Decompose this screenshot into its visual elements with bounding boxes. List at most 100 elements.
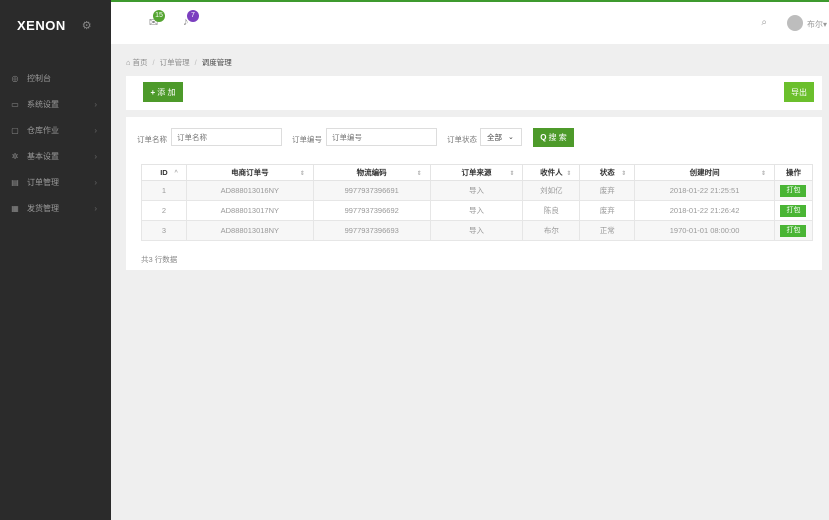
sidebar-item-orders[interactable]: ▤ 订单管理 › [0, 169, 111, 195]
cell-id: 3 [141, 220, 187, 241]
table-header-row: ID ^ 电商订单号 ⇕ 物流编码 ⇕ 订单来源 ⇕ 收件人 ⇕ 状态 ⇕ 创建时间 ⇕ 操作 [141, 164, 814, 181]
cell-source: 导入 [429, 220, 524, 241]
user-menu[interactable]: 布尔▾ [807, 19, 827, 30]
table-row: 2 AD888013017NY 9977937396692 导入 陈良 废弃 2… [141, 200, 814, 221]
status-select-value: 全部 [487, 132, 502, 142]
order-no-label: 订单编号 [292, 135, 322, 144]
table-row: 1 AD888013016NY 9977937396691 导入 刘如亿 废弃 … [141, 180, 814, 201]
table-summary: 共3 行数据 [141, 255, 178, 264]
column-header-logistics[interactable]: 物流编码 ⇕ [312, 164, 431, 181]
order-name-input[interactable] [171, 128, 282, 146]
settings-icon: ✲ [11, 151, 19, 161]
status-select[interactable]: 全部 ⌄ [480, 128, 522, 146]
sidebar-item-label: 基本设置 [27, 151, 59, 161]
column-header-ecom-no[interactable]: 电商订单号 ⇕ [185, 164, 314, 181]
sidebar-item-label: 仓库作业 [27, 125, 59, 135]
chevron-right-icon: › [94, 203, 97, 213]
chevron-right-icon: › [94, 125, 97, 135]
cell-action: 打包 [773, 180, 814, 201]
table-row: 3 AD888013018NY 9977937396693 导入 布尔 正常 1… [141, 220, 814, 241]
chevron-right-icon: › [94, 177, 97, 187]
column-header-recipient[interactable]: 收件人 ⇕ [522, 164, 581, 181]
sidebar-item-dashboard[interactable]: ◎ 控制台 [0, 65, 111, 91]
pack-button[interactable]: 打包 [780, 224, 807, 237]
sidebar-item-basic-settings[interactable]: ✲ 基本设置 › [0, 143, 111, 169]
sidebar-item-shipping[interactable]: ▦ 发货管理 › [0, 195, 111, 221]
sort-icon: ⇕ [621, 171, 627, 177]
cell-action: 打包 [773, 220, 814, 241]
warehouse-icon: ▢ [11, 125, 19, 135]
messages-badge: 15 [153, 10, 165, 22]
toolbar-panel: + 添 加 导出 [126, 76, 822, 110]
search-button[interactable]: Q 搜 索 [533, 128, 574, 147]
column-header-id[interactable]: ID ^ [141, 164, 187, 181]
sidebar: XENON ⚙ ◎ 控制台 ▭ 系统设置 › ▢ 仓库作业 › ✲ 基本设置 ›… [0, 0, 111, 520]
brand-text: XENON [17, 17, 66, 33]
chevron-down-icon: ▾ [822, 20, 827, 29]
add-button[interactable]: + 添 加 [143, 82, 183, 102]
search-button-label: 搜 索 [548, 133, 567, 142]
sort-icon: ⇕ [509, 171, 515, 177]
sidebar-item-system-settings[interactable]: ▭ 系统设置 › [0, 91, 111, 117]
sidebar-item-label: 系统设置 [27, 99, 59, 109]
order-name-label: 订单名称 [137, 135, 167, 144]
chevron-down-icon: ⌄ [508, 134, 514, 141]
sidebar-item-label: 订单管理 [27, 177, 59, 187]
cell-source: 导入 [429, 180, 524, 201]
plus-icon: + [150, 87, 156, 97]
cell-id: 1 [141, 180, 187, 201]
username: 布尔 [806, 20, 823, 29]
shipping-icon: ▦ [11, 203, 19, 213]
column-header-action: 操作 [773, 164, 814, 181]
column-header-status[interactable]: 状态 ⇕ [579, 164, 636, 181]
sort-icon: ⇕ [416, 171, 422, 177]
breadcrumb-separator: / [194, 58, 197, 67]
orders-icon: ▤ [11, 177, 19, 187]
column-header-source[interactable]: 订单来源 ⇕ [429, 164, 524, 181]
breadcrumb: ⌂ 首页 / 订单管理 / 调度管理 [126, 57, 232, 68]
cell-logistics: 9977937396691 [312, 180, 431, 201]
export-button[interactable]: 导出 [784, 82, 814, 102]
breadcrumb-separator: / [152, 58, 155, 67]
cell-logistics: 9977937396693 [312, 220, 431, 241]
breadcrumb-current: 调度管理 [201, 58, 232, 67]
sort-icon: ⇕ [566, 171, 572, 177]
sidebar-item-label: 发货管理 [27, 203, 59, 213]
sidebar-item-label: 控制台 [27, 73, 51, 83]
search-icon: Q [540, 133, 547, 142]
sidebar-item-warehouse[interactable]: ▢ 仓库作业 › [0, 117, 111, 143]
notifications-badge: 7 [187, 10, 199, 22]
column-header-created[interactable]: 创建时间 ⇕ [634, 164, 775, 181]
status-label: 订单状态 [447, 135, 477, 144]
add-button-label: 添 加 [157, 87, 176, 97]
chevron-right-icon: › [94, 151, 97, 161]
chevron-right-icon: › [94, 99, 97, 109]
dashboard-icon: ◎ [11, 73, 19, 83]
cell-logistics: 9977937396692 [312, 200, 431, 221]
pack-button[interactable]: 打包 [780, 204, 807, 217]
cell-created: 2018-01-22 21:26:42 [634, 200, 775, 221]
breadcrumb-home[interactable]: 首页 [133, 57, 148, 68]
cell-action: 打包 [773, 200, 814, 221]
brand-logo[interactable]: XENON ⚙ [0, 0, 111, 50]
cell-ecom-no: AD888013017NY [185, 200, 314, 221]
cell-status: 废弃 [579, 180, 636, 201]
sort-icon: ⇕ [299, 171, 305, 177]
avatar[interactable] [787, 15, 803, 31]
cell-id: 2 [141, 200, 187, 221]
cell-ecom-no: AD888013018NY [185, 220, 314, 241]
top-header: ✉ 15 ♪ 7 ⌕ 布尔▾ [111, 0, 829, 44]
cell-created: 2018-01-22 21:25:51 [634, 180, 775, 201]
search-icon[interactable]: ⌕ [761, 17, 767, 28]
order-no-input[interactable] [326, 128, 437, 146]
pack-button[interactable]: 打包 [780, 184, 807, 197]
cell-recipient: 布尔 [522, 220, 581, 241]
home-icon: ⌂ [126, 58, 131, 67]
gear-icon[interactable]: ⚙ [82, 19, 92, 32]
notifications-button[interactable]: ♪ 7 [183, 10, 199, 30]
sort-icon: ⇕ [760, 171, 766, 177]
messages-button[interactable]: ✉ 15 [149, 10, 165, 30]
breadcrumb-parent[interactable]: 订单管理 [160, 57, 190, 68]
cell-created: 1970-01-01 08:00:00 [634, 220, 775, 241]
orders-panel: 订单名称 订单编号 订单状态 全部 ⌄ Q 搜 索 ID^ 电商订单号⇕ 物流编… [126, 117, 822, 270]
